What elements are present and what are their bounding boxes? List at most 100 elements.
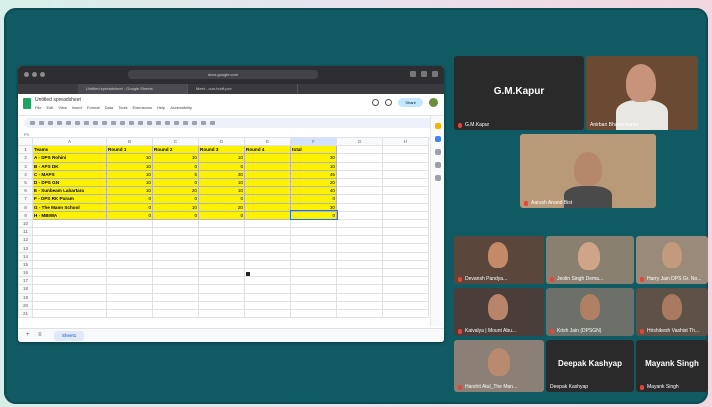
cell[interactable] xyxy=(336,161,383,171)
score-cell[interactable]: 0 xyxy=(152,194,199,204)
column-header[interactable]: G xyxy=(336,137,383,147)
profile-icon[interactable] xyxy=(421,71,427,77)
score-cell[interactable]: 10 xyxy=(106,153,153,163)
cells-table[interactable]: A B C D E F G H 1 Teams Round 1 Round 2 … xyxy=(18,137,429,319)
participant-tile-anirban[interactable]: Anirban Bhattacharya xyxy=(586,56,698,130)
link-icon[interactable] xyxy=(183,121,188,125)
cell[interactable] xyxy=(336,177,383,188)
team-cell[interactable]: H - MBIWA xyxy=(32,210,107,220)
total-cell[interactable]: 0 xyxy=(290,194,337,204)
undo-icon[interactable] xyxy=(30,121,35,125)
window-controls[interactable] xyxy=(24,72,45,77)
row-number[interactable]: 14 xyxy=(18,251,33,261)
row-number[interactable]: 11 xyxy=(18,227,33,237)
cell[interactable] xyxy=(336,210,383,220)
history-icon[interactable] xyxy=(372,99,380,106)
menu-insert[interactable]: Insert xyxy=(72,105,82,110)
avatar[interactable] xyxy=(429,98,438,107)
fill-color-icon[interactable] xyxy=(147,121,152,125)
score-cell[interactable]: 0 xyxy=(152,177,199,188)
total-cell[interactable]: 30 xyxy=(290,153,337,163)
header-cell[interactable]: Round 2 xyxy=(152,145,199,155)
column-header[interactable]: A xyxy=(32,137,107,147)
score-cell[interactable]: 10 xyxy=(152,202,199,212)
menu-extensions[interactable]: Extensions xyxy=(132,105,152,110)
score-cell[interactable]: 10 xyxy=(198,186,245,196)
row-number[interactable]: 18 xyxy=(18,284,33,294)
participant-tile-kaivalya[interactable]: Kaivalya | Mount Abu... xyxy=(454,288,544,336)
score-cell[interactable] xyxy=(244,202,291,212)
corner-cell[interactable] xyxy=(18,137,33,147)
row-number[interactable]: 6 xyxy=(18,186,33,196)
cell[interactable] xyxy=(336,153,383,163)
keep-icon[interactable] xyxy=(434,123,441,129)
row-number[interactable]: 2 xyxy=(18,153,33,163)
participant-tile-harshit[interactable]: Harshit Atul_The Man... xyxy=(454,340,544,392)
column-header[interactable]: C xyxy=(152,137,199,147)
currency-icon[interactable] xyxy=(75,121,80,125)
menu-file[interactable]: File xyxy=(35,105,41,110)
score-cell[interactable]: 10 xyxy=(106,177,153,188)
score-cell[interactable]: 0 xyxy=(152,161,199,171)
sheet-tab[interactable]: Sheet1 xyxy=(54,331,85,341)
row-number[interactable]: 20 xyxy=(18,300,33,310)
menu-view[interactable]: View xyxy=(58,105,67,110)
score-cell[interactable]: 0 xyxy=(198,194,245,204)
extension-icon[interactable] xyxy=(410,71,416,77)
spreadsheet-grid[interactable]: A B C D E F G H 1 Teams Round 1 Round 2 … xyxy=(18,137,430,325)
score-cell[interactable] xyxy=(244,210,291,220)
team-cell[interactable]: E - Sunbeam Lahartara xyxy=(32,186,107,196)
score-cell[interactable]: 10 xyxy=(152,153,199,163)
row-number[interactable]: 4 xyxy=(18,169,33,179)
participant-tile-jeolin[interactable]: Jeolin Singh Dema... xyxy=(546,236,634,284)
tasks-icon[interactable] xyxy=(434,136,441,142)
row-number[interactable]: 16 xyxy=(18,267,33,278)
header-cell[interactable]: Teams xyxy=(32,145,107,155)
menu-format[interactable]: Format xyxy=(87,105,100,110)
contacts-icon[interactable] xyxy=(434,149,441,155)
total-cell[interactable]: 20 xyxy=(290,177,337,188)
score-cell[interactable]: 20 xyxy=(198,202,245,212)
score-cell[interactable]: 0 xyxy=(106,202,153,212)
menu-edit[interactable]: Edit xyxy=(46,105,53,110)
column-header[interactable]: D xyxy=(198,137,245,147)
participant-tile-krish[interactable]: Krish Jain (DPSGN) xyxy=(546,288,634,336)
header-cell[interactable]: Round 1 xyxy=(106,145,153,155)
score-cell[interactable] xyxy=(244,177,291,188)
cell[interactable] xyxy=(382,145,429,155)
score-cell[interactable]: 5 xyxy=(152,169,199,179)
cell[interactable] xyxy=(382,186,429,196)
total-cell[interactable]: 45 xyxy=(290,169,337,179)
score-cell[interactable] xyxy=(244,169,291,179)
text-color-icon[interactable] xyxy=(138,121,143,125)
merge-icon[interactable] xyxy=(165,121,170,125)
row-number[interactable]: 9 xyxy=(18,210,33,220)
menu-data[interactable]: Data xyxy=(105,105,113,110)
comment-icon[interactable] xyxy=(385,99,393,106)
score-cell[interactable] xyxy=(244,194,291,204)
font-select[interactable] xyxy=(93,121,98,125)
cell[interactable] xyxy=(336,169,383,179)
total-cell[interactable]: 0 xyxy=(289,210,338,221)
participant-tile-hrishikesh[interactable]: Hrishikesh Vashist Th... xyxy=(636,288,708,336)
score-cell[interactable]: 0 xyxy=(198,210,245,220)
score-cell[interactable]: 30 xyxy=(198,169,245,179)
maps-icon[interactable] xyxy=(434,162,441,168)
chart-icon[interactable] xyxy=(192,121,197,125)
cell[interactable] xyxy=(382,194,429,204)
team-cell[interactable]: C - MAPS xyxy=(32,169,107,179)
bold-icon[interactable] xyxy=(111,121,116,125)
team-cell[interactable]: D - DPS GN xyxy=(32,177,107,188)
row-number[interactable]: 19 xyxy=(18,292,33,302)
column-header[interactable]: B xyxy=(106,137,153,147)
row-number[interactable]: 1 xyxy=(18,145,33,155)
score-cell[interactable]: 10 xyxy=(198,177,245,188)
column-header[interactable]: F xyxy=(290,137,337,147)
percent-icon[interactable] xyxy=(84,121,89,125)
score-cell[interactable]: 10 xyxy=(106,169,153,179)
align-icon[interactable] xyxy=(174,121,179,125)
score-cell[interactable]: 0 xyxy=(198,161,245,171)
paint-format-icon[interactable] xyxy=(57,121,62,125)
score-cell[interactable]: 20 xyxy=(152,186,199,196)
zoom-select[interactable] xyxy=(66,121,71,125)
